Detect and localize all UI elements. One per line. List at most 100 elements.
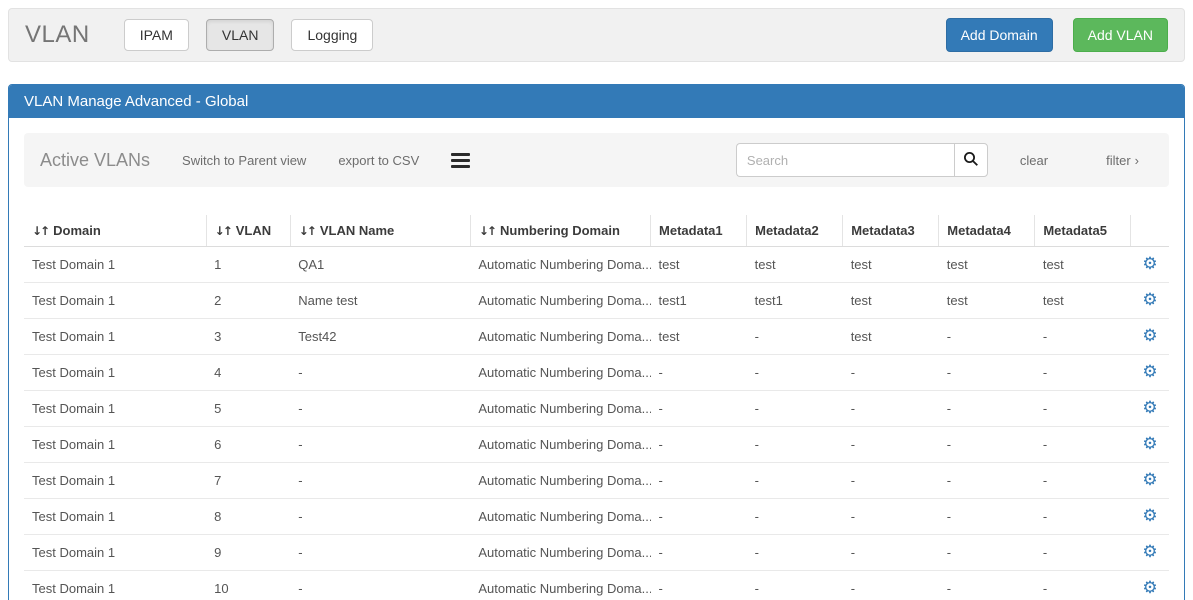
column-header-vlan[interactable]: ↓↑VLAN xyxy=(206,215,290,247)
gear-icon[interactable]: ⚙ xyxy=(1142,542,1157,562)
sort-icon[interactable]: ↓↑ xyxy=(215,224,231,238)
cell-vlan-name: - xyxy=(290,391,470,427)
table-row: Test Domain 1 9 - Automatic Numbering Do… xyxy=(24,535,1169,571)
column-header-metadata3: Metadata3 xyxy=(843,215,939,247)
export-csv-link[interactable]: export to CSV xyxy=(338,153,419,168)
cell-domain: Test Domain 1 xyxy=(24,283,206,319)
add-vlan-button[interactable]: Add VLAN xyxy=(1073,18,1168,52)
column-header-metadata4: Metadata4 xyxy=(939,215,1035,247)
cell-domain: Test Domain 1 xyxy=(24,535,206,571)
cell-metadata4: - xyxy=(939,391,1035,427)
cell-actions: ⚙ xyxy=(1131,535,1169,571)
cell-numbering-domain: Automatic Numbering Doma... xyxy=(470,247,650,283)
cell-metadata2: - xyxy=(747,319,843,355)
cell-vlan: 2 xyxy=(206,283,290,319)
gear-icon[interactable]: ⚙ xyxy=(1142,434,1157,454)
magnifier-icon xyxy=(963,151,979,170)
gear-icon[interactable]: ⚙ xyxy=(1142,254,1157,274)
cell-domain: Test Domain 1 xyxy=(24,571,206,600)
column-header-vlan-name[interactable]: ↓↑ VLAN Name xyxy=(290,215,470,247)
cell-metadata4: test xyxy=(939,283,1035,319)
clear-link[interactable]: clear xyxy=(1020,153,1048,168)
cell-vlan: 4 xyxy=(206,355,290,391)
cell-actions: ⚙ xyxy=(1131,319,1169,355)
add-domain-button[interactable]: Add Domain xyxy=(946,18,1053,52)
column-header-metadata2: Metadata2 xyxy=(747,215,843,247)
cell-metadata2: - xyxy=(747,535,843,571)
cell-domain: Test Domain 1 xyxy=(24,391,206,427)
cell-metadata5: - xyxy=(1035,427,1131,463)
nav-button-ipam[interactable]: IPAM xyxy=(124,19,189,51)
gear-icon[interactable]: ⚙ xyxy=(1142,506,1157,526)
nav-button-group: IPAM VLAN Logging xyxy=(124,19,374,51)
cell-metadata4: - xyxy=(939,427,1035,463)
cell-metadata1: - xyxy=(651,463,747,499)
cell-vlan-name: - xyxy=(290,499,470,535)
column-header-domain[interactable]: ↓↑ Domain xyxy=(24,215,206,247)
cell-numbering-domain: Automatic Numbering Doma... xyxy=(470,571,650,600)
column-header-label: Numbering Domain xyxy=(500,223,620,238)
vlan-panel: VLAN Manage Advanced - Global Active VLA… xyxy=(8,84,1185,600)
cell-metadata5: - xyxy=(1035,499,1131,535)
cell-metadata2: - xyxy=(747,355,843,391)
cell-metadata1: - xyxy=(651,355,747,391)
cell-metadata3: test xyxy=(843,247,939,283)
cell-metadata1: test xyxy=(651,319,747,355)
gear-icon[interactable]: ⚙ xyxy=(1142,326,1157,346)
cell-vlan-name: - xyxy=(290,463,470,499)
cell-metadata4: - xyxy=(939,499,1035,535)
nav-button-vlan[interactable]: VLAN xyxy=(206,19,275,51)
cell-metadata1: - xyxy=(651,427,747,463)
gear-icon[interactable]: ⚙ xyxy=(1142,398,1157,418)
column-header-label: VLAN Name xyxy=(320,223,394,238)
table-row: Test Domain 1 3 Test42 Automatic Numberi… xyxy=(24,319,1169,355)
filter-link[interactable]: filter› xyxy=(1106,153,1139,168)
sort-icon[interactable]: ↓↑ xyxy=(299,224,315,238)
cell-vlan-name: - xyxy=(290,571,470,600)
search-input[interactable] xyxy=(736,143,954,177)
cell-vlan-name: - xyxy=(290,535,470,571)
cell-vlan: 1 xyxy=(206,247,290,283)
switch-parent-view-link[interactable]: Switch to Parent view xyxy=(182,153,306,168)
cell-actions: ⚙ xyxy=(1131,355,1169,391)
gear-icon[interactable]: ⚙ xyxy=(1142,578,1157,598)
gear-icon[interactable]: ⚙ xyxy=(1142,362,1157,382)
cell-metadata2: - xyxy=(747,571,843,600)
cell-vlan: 7 xyxy=(206,463,290,499)
cell-actions: ⚙ xyxy=(1131,283,1169,319)
cell-actions: ⚙ xyxy=(1131,571,1169,600)
cell-vlan: 5 xyxy=(206,391,290,427)
toolbar-heading: Active VLANs xyxy=(40,150,150,171)
column-header-numbering-domain[interactable]: ↓↑ Numbering Domain xyxy=(470,215,650,247)
cell-metadata1: test1 xyxy=(651,283,747,319)
nav-button-logging[interactable]: Logging xyxy=(291,19,373,51)
cell-metadata3: - xyxy=(843,535,939,571)
table-row: Test Domain 1 6 - Automatic Numbering Do… xyxy=(24,427,1169,463)
gear-icon[interactable]: ⚙ xyxy=(1142,470,1157,490)
cell-metadata1: test xyxy=(651,247,747,283)
cell-vlan-name: - xyxy=(290,427,470,463)
cell-actions: ⚙ xyxy=(1131,427,1169,463)
cell-actions: ⚙ xyxy=(1131,463,1169,499)
gear-icon[interactable]: ⚙ xyxy=(1142,290,1157,310)
cell-domain: Test Domain 1 xyxy=(24,247,206,283)
column-header-label: Domain xyxy=(53,223,101,238)
column-header-label: Metadata5 xyxy=(1043,223,1107,238)
cell-domain: Test Domain 1 xyxy=(24,463,206,499)
panel-title: VLAN Manage Advanced - Global xyxy=(9,85,1184,118)
cell-numbering-domain: Automatic Numbering Doma... xyxy=(470,535,650,571)
cell-metadata2: - xyxy=(747,427,843,463)
sort-icon[interactable]: ↓↑ xyxy=(32,224,48,238)
cell-vlan: 3 xyxy=(206,319,290,355)
cell-actions: ⚙ xyxy=(1131,247,1169,283)
table-toolbar: Active VLANs Switch to Parent view expor… xyxy=(24,133,1169,187)
cell-metadata2: - xyxy=(747,463,843,499)
cell-metadata4: - xyxy=(939,463,1035,499)
hamburger-icon[interactable] xyxy=(451,150,470,171)
search-button[interactable] xyxy=(954,143,988,177)
column-header-metadata5: Metadata5 xyxy=(1035,215,1131,247)
sort-icon[interactable]: ↓↑ xyxy=(479,224,495,238)
cell-metadata1: - xyxy=(651,571,747,600)
cell-metadata5: - xyxy=(1035,571,1131,600)
cell-numbering-domain: Automatic Numbering Doma... xyxy=(470,499,650,535)
